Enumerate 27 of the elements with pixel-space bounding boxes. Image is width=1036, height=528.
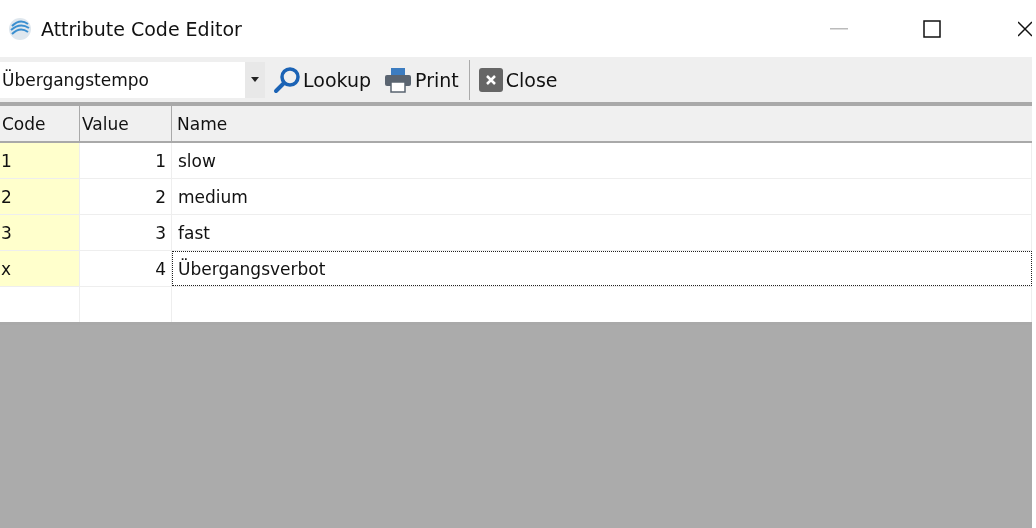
table-cell: 3 — [0, 215, 80, 250]
printer-icon — [383, 65, 414, 94]
print-button[interactable]: Print — [379, 61, 463, 98]
table-cell: 2 — [0, 179, 80, 214]
caret-icon — [251, 77, 259, 82]
table-cell: 1 — [80, 143, 172, 178]
table-cell: medium — [172, 179, 1032, 214]
search-icon — [273, 65, 301, 94]
table-cell: 3 — [80, 215, 172, 250]
table-cell: fast — [172, 215, 1032, 250]
table-cell: Übergangsverbot — [172, 251, 1032, 286]
maximize-icon[interactable] — [923, 19, 941, 38]
lookup-button[interactable]: Lookup — [269, 61, 376, 98]
close-icon[interactable] — [1018, 20, 1032, 37]
table-cell: 2 — [80, 179, 172, 214]
column-header[interactable]: Code — [0, 106, 80, 141]
table-cell: 1 — [0, 143, 80, 178]
table-cell: slow — [172, 143, 1032, 178]
table-cell: 4 — [80, 251, 172, 286]
table-cell: x — [0, 251, 80, 286]
column-header[interactable]: Value — [80, 106, 172, 141]
close-button[interactable]: Close — [473, 61, 562, 98]
column-header[interactable]: Name — [172, 106, 1032, 141]
attribute-dropdown[interactable]: Übergangstempo — [0, 61, 265, 98]
window-title: Attribute Code Editor — [41, 17, 242, 40]
close-icon — [477, 66, 504, 93]
app-logo-icon — [8, 15, 32, 42]
